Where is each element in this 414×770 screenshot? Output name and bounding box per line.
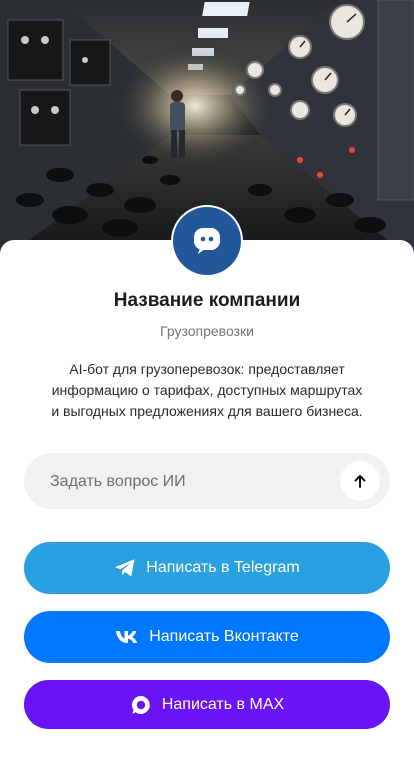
- company-name: Название компании: [113, 290, 301, 311]
- ask-ai-input[interactable]: [48, 453, 332, 511]
- telegram-button[interactable]: Написать в Telegram: [24, 542, 390, 594]
- vk-button[interactable]: Написать Вконтакте: [24, 611, 390, 663]
- max-icon: [130, 694, 152, 716]
- vk-icon: [115, 629, 139, 645]
- company-description: AI-бот для грузоперевозок: предоставляет…: [51, 361, 363, 419]
- chat-bot-icon: [173, 207, 241, 275]
- max-button-label: Написать в MAX: [161, 695, 285, 713]
- telegram-icon: [114, 558, 136, 578]
- ask-ai-field: [24, 453, 390, 511]
- telegram-button-label: Написать в Telegram: [146, 559, 300, 576]
- send-button[interactable]: [340, 461, 380, 501]
- max-button[interactable]: Написать в MAX: [24, 680, 390, 729]
- arrow-up-icon: [354, 475, 366, 488]
- company-category: Грузопревозки: [160, 323, 254, 339]
- vk-button-label: Написать Вконтакте: [149, 628, 299, 645]
- company-avatar: [171, 205, 243, 277]
